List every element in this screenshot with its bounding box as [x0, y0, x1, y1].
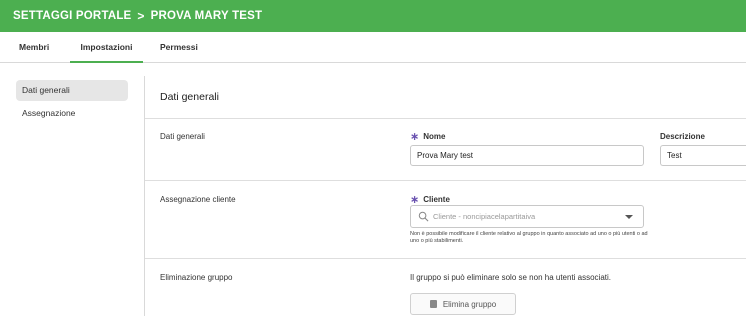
- page-title: Dati generali: [160, 91, 219, 103]
- delete-group-button-label: Elimina gruppo: [442, 299, 497, 309]
- client-select-placeholder: Cliente - noncipiacelapartitaiva: [433, 212, 536, 221]
- description-label: Descrizione: [660, 132, 705, 141]
- name-label: ∗ Nome: [410, 131, 446, 143]
- row-label-client: Assegnazione cliente: [160, 195, 236, 204]
- tab-membri[interactable]: Membri: [19, 32, 49, 63]
- tab-impostazioni[interactable]: Impostazioni: [70, 32, 143, 63]
- breadcrumb-section[interactable]: SETTAGGI PORTALE: [13, 10, 131, 22]
- delete-info-text: Il gruppo si può eliminare solo se non h…: [410, 273, 612, 282]
- client-select[interactable]: Cliente - noncipiacelapartitaiva: [410, 205, 644, 228]
- chevron-down-icon[interactable]: [625, 215, 633, 219]
- tab-permessi[interactable]: Permessi: [160, 32, 198, 63]
- search-icon: [418, 211, 429, 222]
- divider: [145, 180, 746, 181]
- sidebar-divider: [144, 76, 145, 316]
- divider: [145, 258, 746, 259]
- trash-icon: [429, 300, 437, 308]
- tab-bar: Membri Impostazioni Permessi: [0, 32, 746, 63]
- row-label-general: Dati generali: [160, 132, 205, 141]
- breadcrumb-separator-icon: >: [137, 9, 145, 23]
- row-label-delete: Eliminazione gruppo: [160, 273, 233, 282]
- breadcrumb-group-name: PROVA MARY TEST: [150, 10, 263, 22]
- sidebar-item-assegnazione[interactable]: Assegnazione: [16, 103, 128, 124]
- description-field[interactable]: Test: [660, 145, 746, 166]
- name-field[interactable]: Prova Mary test: [410, 145, 644, 166]
- delete-group-button[interactable]: Elimina gruppo: [410, 293, 516, 315]
- required-asterisk-icon: ∗: [410, 131, 420, 143]
- divider: [145, 118, 746, 119]
- top-header-bar: SETTAGGI PORTALE > PROVA MARY TEST: [0, 0, 746, 32]
- client-help-text: Non è possibile modificare il cliente re…: [410, 231, 648, 244]
- sidebar-item-dati-generali[interactable]: Dati generali: [16, 80, 128, 101]
